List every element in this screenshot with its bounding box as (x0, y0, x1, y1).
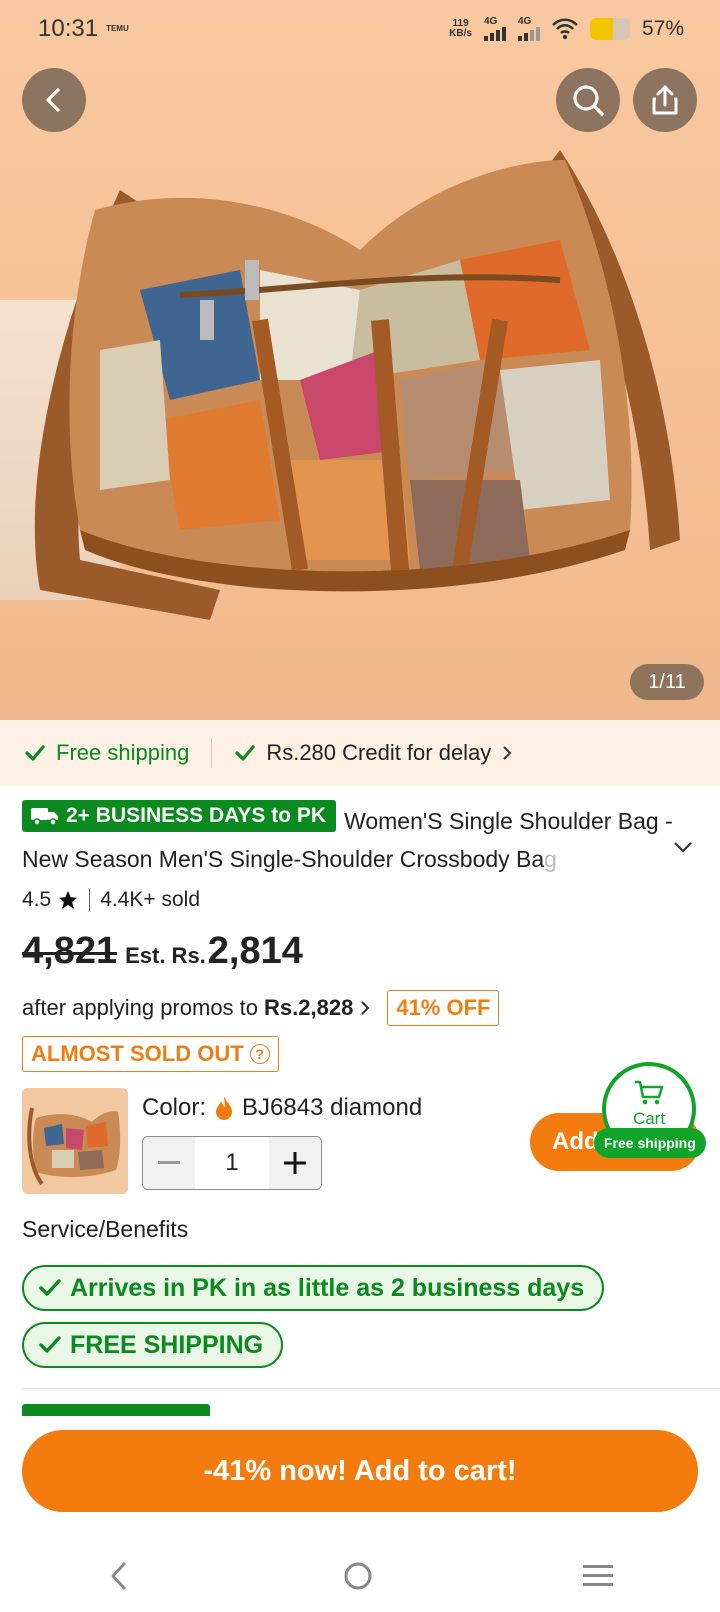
promo-price: Rs.2,828 (264, 995, 354, 1020)
cart-label: Cart (632, 1109, 666, 1128)
nav-home-icon[interactable] (342, 1560, 374, 1592)
credit-delay-text: Rs.280 Credit for delay (266, 740, 492, 765)
delivery-truck-icon (31, 808, 58, 826)
signal-label: 4G (517, 16, 532, 27)
star-icon (59, 890, 78, 909)
fire-icon (216, 1096, 233, 1120)
color-label: Color: (142, 1094, 207, 1121)
business-days-badge: 2+ BUSINESS DAYS to PK (22, 800, 337, 832)
share-button[interactable] (633, 68, 697, 132)
battery-icon (589, 18, 630, 40)
variant-thumbnail[interactable] (22, 1088, 128, 1194)
divider (22, 1388, 720, 1389)
nav-back-icon[interactable] (105, 1560, 133, 1592)
business-days-text: 2+ BUSINESS DAYS to PK (66, 804, 327, 827)
promo-text: after applying promos to (22, 995, 259, 1020)
service-text: FREE SHIPPING (70, 1330, 264, 1359)
product-title[interactable]: 2+ BUSINESS DAYS to PK Women'S Single Sh… (22, 800, 682, 878)
search-button[interactable] (556, 68, 620, 132)
quantity-stepper[interactable]: 1 (142, 1136, 322, 1190)
rating-row[interactable]: 4.5 4.4K+ sold (22, 888, 200, 912)
search-icon (573, 85, 604, 116)
add-to-cart-cta[interactable]: -41% now! Add to cart! (22, 1430, 698, 1512)
decrease-button[interactable] (143, 1137, 195, 1189)
image-counter: 1/11 (630, 664, 704, 700)
divider (89, 889, 91, 911)
product-image (34, 150, 680, 620)
credit-delay-item[interactable]: Rs.280 Credit for delay (234, 740, 513, 766)
chevron-right-icon (503, 746, 512, 760)
expand-chevron-icon[interactable] (672, 840, 694, 854)
check-icon (25, 745, 45, 761)
help-icon: ? (249, 1044, 270, 1064)
next-section-badge (22, 1404, 210, 1416)
chevron-left-icon (46, 88, 60, 112)
plus-icon (284, 1152, 306, 1174)
sold-count: 4.4K+ sold (100, 888, 201, 911)
system-nav-bar (0, 1540, 720, 1612)
temu-tag: TEMU (106, 24, 129, 33)
wifi-icon (552, 18, 578, 40)
rating-value: 4.5 (22, 888, 52, 911)
chevron-right-icon (361, 1001, 370, 1015)
service-item-free-shipping[interactable]: FREE SHIPPING (22, 1322, 284, 1368)
free-shipping-text: Free shipping (56, 740, 190, 765)
price-row: 4,821 Est. Rs. 2,814 (22, 930, 303, 973)
est-label: Est. Rs. (125, 943, 206, 968)
check-icon (39, 1279, 61, 1296)
nav-menu-icon[interactable] (583, 1562, 615, 1590)
network-speed: 119 KB/s (449, 19, 472, 39)
check-icon (39, 1336, 61, 1353)
check-icon (235, 745, 255, 761)
status-time: 10:31 (38, 15, 99, 42)
add-label: Add (552, 1128, 599, 1155)
cart-icon (635, 1080, 664, 1105)
service-item-arrival[interactable]: Arrives in PK in as little as 2 business… (22, 1265, 605, 1311)
status-bar: 10:31 TEMU 119 KB/s 4G 4G 57% (0, 0, 720, 58)
services-title: Service/Benefits (22, 1216, 189, 1242)
divider (211, 738, 213, 768)
signal-label: 4G (483, 16, 498, 27)
promo-row[interactable]: after applying promos to Rs.2,828 41% OF… (22, 990, 500, 1026)
original-price: 4,821 (22, 930, 118, 972)
signal-icon: 4G (483, 16, 506, 41)
minus-icon (158, 1161, 180, 1164)
battery-percent: 57% (641, 17, 684, 40)
variant-image (22, 1088, 128, 1194)
almost-sold-out-badge[interactable]: ALMOST SOLD OUT ? (22, 1036, 279, 1072)
cart-free-shipping-badge: Free shipping (594, 1128, 706, 1158)
quantity-value[interactable]: 1 (195, 1137, 269, 1189)
speed-unit: KB/s (449, 28, 472, 39)
status-right: 119 KB/s 4G 4G 57% (449, 17, 684, 41)
almost-sold-out-text: ALMOST SOLD OUT (31, 1041, 244, 1066)
free-shipping-item: Free shipping (24, 740, 189, 766)
signal-icon: 4G (517, 16, 540, 41)
shipping-benefits-strip[interactable]: Free shipping Rs.280 Credit for delay (0, 720, 720, 786)
service-text: Arrives in PK in as little as 2 business… (70, 1273, 585, 1302)
discount-badge: 41% OFF (387, 990, 500, 1026)
share-icon (652, 85, 678, 115)
estimated-price: 2,814 (207, 930, 303, 972)
title-fade: g (544, 846, 557, 872)
color-value: BJ6843 diamond (242, 1094, 423, 1121)
color-selector[interactable]: Color: BJ6843 diamond (142, 1094, 422, 1122)
increase-button[interactable] (269, 1137, 321, 1189)
back-button[interactable] (22, 68, 86, 132)
